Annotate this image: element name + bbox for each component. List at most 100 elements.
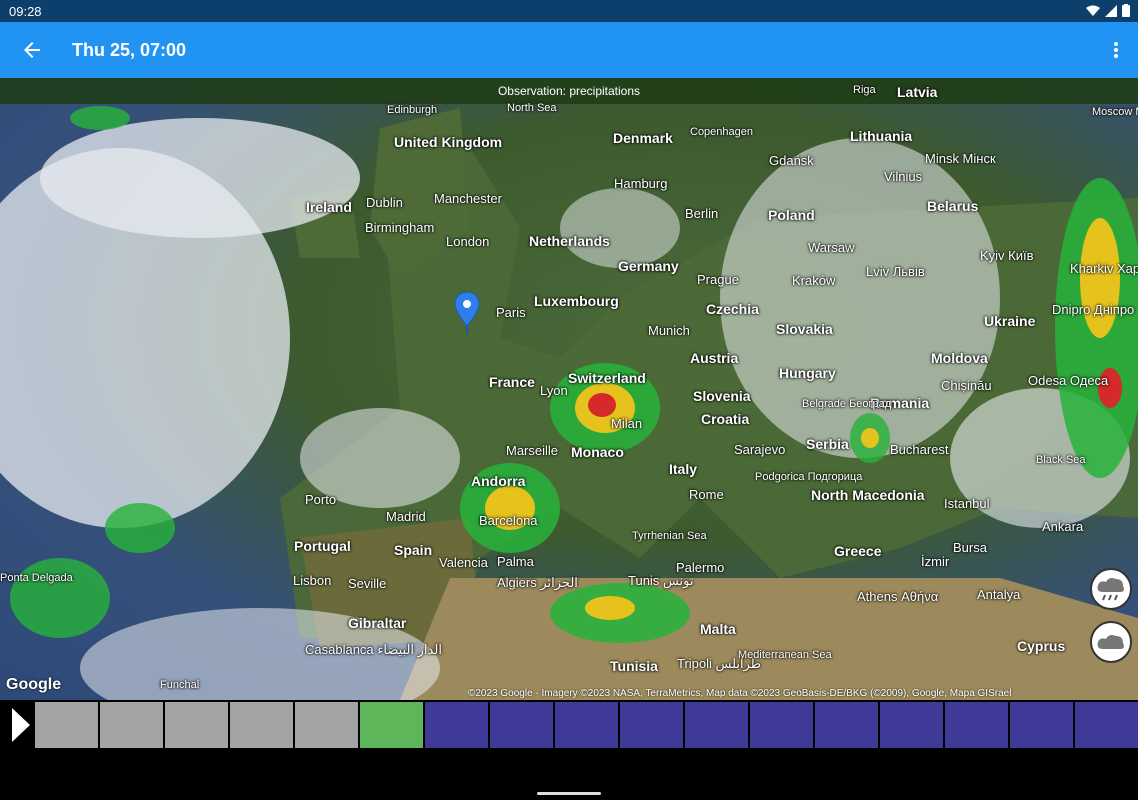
map-label: Czechia — [706, 301, 759, 317]
map-label: Lithuania — [850, 128, 913, 144]
map-label: Berlin — [685, 206, 719, 221]
timeline-slot-future[interactable] — [620, 702, 683, 748]
map-label: Slovenia — [693, 388, 751, 404]
map-label: Italy — [669, 461, 698, 477]
timeline-slot-past[interactable] — [35, 702, 98, 748]
map-label: Spain — [394, 542, 433, 558]
map-label: Vilnius — [884, 169, 923, 184]
map-label: Paris — [496, 305, 526, 320]
timeline-slot-future[interactable] — [880, 702, 943, 748]
map-label: Moscow Москва — [1092, 106, 1138, 118]
timeline-slot-future[interactable] — [425, 702, 488, 748]
map-label: Netherlands — [529, 233, 610, 249]
timeline-slot-past[interactable] — [230, 702, 293, 748]
map-label: Dublin — [366, 195, 403, 210]
map-label: Greece — [834, 543, 882, 559]
play-icon[interactable] — [10, 708, 32, 742]
rain-cloud-icon — [1097, 578, 1124, 601]
timeline-slot-future[interactable] — [555, 702, 618, 748]
map-label: Palermo — [676, 560, 725, 575]
timeline-slot-past[interactable] — [295, 702, 358, 748]
precipitation-layer-button[interactable] — [1090, 568, 1132, 610]
map-label: Podgorica Подгорица — [755, 471, 863, 483]
map-label: Sarajevo — [734, 442, 786, 457]
timeline-slot-future[interactable] — [1075, 702, 1138, 748]
map-label: Ireland — [306, 199, 352, 215]
map-label: Ukraine — [984, 313, 1036, 329]
map-label: Minsk Мінск — [925, 151, 996, 166]
timeline-slots — [35, 702, 1138, 748]
map-label: United Kingdom — [394, 134, 503, 150]
map-label: Warsaw — [808, 240, 855, 255]
timeline-slot-future[interactable] — [815, 702, 878, 748]
map-label: Ponta Delgada — [0, 572, 73, 584]
timeline-slot-past[interactable] — [165, 702, 228, 748]
navigation-handle[interactable] — [537, 792, 601, 795]
wifi-icon — [1086, 5, 1100, 16]
map-label: Manchester — [434, 191, 502, 206]
map-label: Lyon — [540, 383, 568, 398]
cloud-layer-button[interactable] — [1090, 621, 1132, 663]
map-label: Belarus — [927, 198, 979, 214]
app-bar: Thu 25, 07:00 — [0, 22, 1138, 78]
timeline-slot-future[interactable] — [490, 702, 553, 748]
map-label: Milan — [611, 416, 643, 431]
map-label: Kyiv Київ — [980, 248, 1034, 263]
map-label: Dnipro Дніпро — [1052, 302, 1135, 317]
map-label: Rome — [689, 487, 724, 502]
map-label: Riga — [853, 84, 876, 96]
map-label: Madrid — [386, 509, 426, 524]
map-label: Valencia — [439, 555, 488, 570]
timeline-slot-past[interactable] — [100, 702, 163, 748]
map-label: Denmark — [613, 130, 673, 146]
status-bar: 09:28 — [0, 0, 1138, 22]
map-label: Malta — [700, 621, 736, 637]
map-label: Germany — [618, 258, 679, 274]
map-label: Athens Αθήνα — [857, 589, 939, 604]
map-label: Mediterranean Sea — [738, 649, 832, 661]
signal-icon — [1105, 4, 1117, 17]
map-label: İzmir — [921, 554, 950, 569]
more-options-icon[interactable] — [1112, 38, 1120, 62]
map-label: Portugal — [294, 538, 351, 554]
google-logo: Google — [6, 676, 62, 693]
map-label: Algiers الجزائر — [497, 575, 578, 590]
map-label: Ankara — [1042, 519, 1084, 534]
map-label: Cyprus — [1017, 638, 1066, 654]
map-label: Tyrrhenian Sea — [632, 530, 707, 542]
timeline-slot-future[interactable] — [685, 702, 748, 748]
map-label: London — [446, 234, 490, 249]
back-arrow-icon[interactable] — [20, 38, 44, 62]
map-label: Birmingham — [365, 220, 435, 235]
map-label: Croatia — [701, 411, 750, 427]
map-label: Gibraltar — [348, 615, 407, 631]
system-icons — [1086, 4, 1130, 17]
observation-banner: Observation: precipitations — [0, 78, 1138, 104]
timeline-slot-current[interactable] — [360, 702, 423, 748]
map-label: Slovakia — [776, 321, 833, 337]
map-label: Andorra — [471, 473, 526, 489]
timeline-slot-future[interactable] — [945, 702, 1008, 748]
map-label: Kraków — [792, 273, 836, 288]
map-label: Austria — [690, 350, 739, 366]
map-label: Marseille — [506, 443, 559, 458]
map-label: Bucharest — [890, 442, 949, 457]
timeline-slot-future[interactable] — [1010, 702, 1073, 748]
map-label: Latvia — [897, 84, 938, 100]
timeline-slot-future[interactable] — [750, 702, 813, 748]
map-label: North Macedonia — [811, 487, 925, 503]
map-label: Poland — [768, 207, 815, 223]
map-label: Munich — [648, 323, 690, 338]
map-label: Tunis تونس — [628, 573, 694, 588]
map-label: Switzerland — [568, 370, 646, 386]
map-label: Antalya — [977, 587, 1021, 602]
map-label: Hamburg — [614, 176, 668, 191]
map-label: Casablanca الدار البيضاء — [305, 642, 442, 657]
map-label: Serbia — [806, 436, 849, 452]
battery-icon — [1122, 4, 1130, 17]
location-pin-icon[interactable] — [455, 292, 479, 334]
map-label: Monaco — [571, 444, 624, 460]
map-label: Porto — [305, 492, 337, 507]
radar-map[interactable]: Observation: precipitations Edinburgh Nor… — [0, 78, 1138, 700]
page-title: Thu 25, 07:00 — [72, 40, 187, 60]
